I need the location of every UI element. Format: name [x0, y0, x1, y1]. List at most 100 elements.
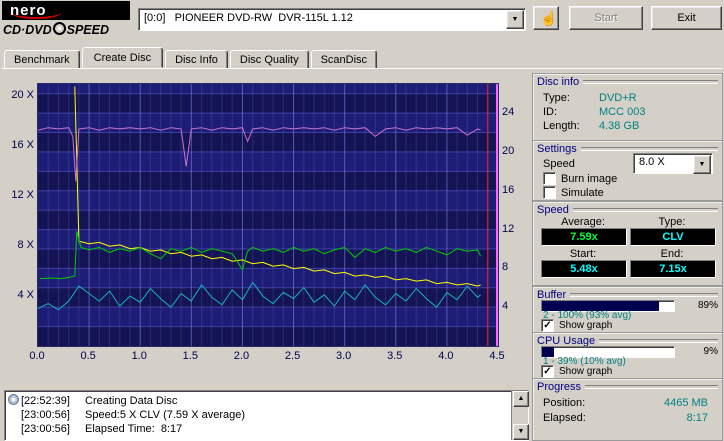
- log-time: [23:00:56]: [21, 423, 70, 435]
- average-speed-display: 7.59x: [541, 228, 627, 246]
- progress-panel: Progress Position: 4465 MB Elapsed: 8:17: [532, 378, 723, 441]
- x-axis-tick: 3.0: [336, 350, 352, 362]
- elapsed-label: Elapsed:: [543, 412, 586, 424]
- divider: [572, 207, 718, 212]
- speed-graph-svg: [37, 84, 498, 346]
- x-axis-tick: 2.0: [233, 350, 250, 362]
- log-text: Speed:5 X CLV (7.59 X average): [85, 409, 246, 421]
- log-text: Elapsed Time: 8:17: [85, 423, 183, 435]
- disc-info-panel: Disc info Type: DVD+R ID: MCC 003 Length…: [532, 73, 723, 141]
- right-axis-tick: 16: [502, 183, 515, 196]
- divider: [580, 146, 718, 151]
- elapsed-value: 8:17: [686, 412, 708, 424]
- cpu-percent: 9%: [703, 346, 718, 357]
- left-axis-tick: 16 X: [11, 139, 34, 152]
- position-value: 4465 MB: [663, 397, 708, 409]
- nero-logo-text: nero: [10, 2, 47, 19]
- x-axis-tick: 0.5: [80, 350, 96, 362]
- show-graph-label: Show graph: [559, 320, 613, 331]
- exit-button[interactable]: Exit: [651, 6, 722, 30]
- x-axis-tick: 4.0: [438, 350, 454, 362]
- log-scrollbar[interactable]: ▲ ▼: [511, 391, 529, 440]
- disc-id-value: MCC 003: [599, 106, 646, 118]
- cpu-show-graph-checkbox[interactable]: ✓ Show graph: [541, 365, 612, 378]
- scroll-up-icon[interactable]: ▲: [513, 391, 529, 407]
- drive-selector[interactable]: [0:0] PIONEER DVD-RW DVR-115L 1.12 ▼: [138, 8, 526, 31]
- cpu-usage-panel: CPU Usage 9% 1 - 39% (10% avg) ✓ Show gr…: [532, 332, 723, 379]
- tab-benchmark[interactable]: Benchmark: [4, 50, 80, 69]
- simulate-checkbox[interactable]: Simulate: [543, 186, 604, 199]
- tab-create-disc[interactable]: Create Disc: [81, 47, 164, 68]
- chevron-down-icon[interactable]: ▼: [506, 10, 524, 29]
- panel-title: Settings: [537, 142, 577, 155]
- x-axis-tick: 1.5: [182, 350, 198, 362]
- nero-logo: nero: [2, 1, 130, 20]
- app-title-logo: CD·DVD SPEED: [3, 21, 109, 37]
- end-label: End:: [660, 248, 684, 260]
- x-axis-tick: 1.0: [131, 350, 147, 362]
- disc-icon: [52, 22, 66, 35]
- panel-title: Buffer: [537, 288, 567, 301]
- x-axis-tick: 0.0: [29, 350, 45, 362]
- start-label: Start:: [569, 248, 597, 260]
- checkbox-box[interactable]: [543, 172, 556, 185]
- divider: [599, 338, 718, 343]
- disc-length-value: 4.38 GB: [599, 120, 640, 132]
- speed-panel: Speed Average: Type: 7.59x CLV Start: En…: [532, 201, 723, 286]
- show-graph-label: Show graph: [559, 366, 613, 377]
- panel-title: Disc info: [537, 75, 580, 88]
- tab-disc-info[interactable]: Disc Info: [165, 50, 228, 69]
- extra-options-button[interactable]: ☝: [533, 6, 559, 30]
- drive-selector-value: [0:0] PIONEER DVD-RW DVR-115L 1.12: [144, 12, 353, 24]
- simulate-label: Simulate: [561, 186, 604, 199]
- right-axis-tick: 12: [502, 222, 515, 235]
- burn-image-label: Burn image: [561, 172, 618, 185]
- logo-cd-dvd-text: CD·DVD: [3, 23, 52, 37]
- position-label: Position:: [543, 397, 586, 409]
- disc-id-label: ID:: [543, 106, 558, 118]
- burn-image-checkbox[interactable]: Burn image: [543, 172, 617, 185]
- tab-page-edge: [2, 68, 722, 69]
- panel-title: Speed: [537, 203, 569, 216]
- divider: [570, 292, 718, 297]
- log-time: [23:00:56]: [21, 409, 70, 421]
- x-axis-tick: 2.5: [284, 350, 301, 362]
- logo-speed-text: SPEED: [66, 23, 109, 37]
- checkbox-box[interactable]: ✓: [541, 365, 554, 378]
- tab-disc-quality[interactable]: Disc Quality: [229, 50, 309, 69]
- checkbox-box[interactable]: ✓: [541, 319, 554, 332]
- disc-type-label: Type:: [543, 92, 570, 104]
- x-axis-tick: 3.5: [387, 350, 403, 362]
- right-axis-tick: 8: [502, 261, 509, 274]
- speed-setting-label: Speed: [543, 158, 575, 170]
- speed-select[interactable]: 8.0 X ▼: [633, 153, 713, 174]
- disc-length-label: Length:: [543, 120, 580, 132]
- x-axis-tick: 4.5: [489, 350, 505, 362]
- divider: [583, 79, 718, 84]
- right-axis-tick: 24: [502, 106, 515, 119]
- log-row: [22:52:39] Creating Data Disc: [5, 393, 528, 408]
- log-panel[interactable]: [22:52:39] Creating Data Disc [23:00:56]…: [4, 390, 529, 441]
- checkbox-box[interactable]: [543, 186, 556, 199]
- right-axis-tick: 20: [502, 144, 515, 157]
- log-row: [23:00:56] Speed:5 X CLV (7.59 X average…: [5, 408, 528, 422]
- start-button[interactable]: Start: [569, 6, 643, 30]
- disc-type-value: DVD+R: [599, 92, 637, 104]
- divider: [585, 384, 718, 389]
- speed-select-value: 8.0 X: [639, 156, 665, 168]
- settings-panel: Settings Speed 8.0 X ▼ Burn image Simula…: [532, 140, 723, 201]
- log-row: [23:00:56] Elapsed Time: 8:17: [5, 422, 528, 436]
- tab-scandisc[interactable]: ScanDisc: [310, 50, 378, 69]
- right-axis-tick: 4: [502, 300, 509, 313]
- left-axis-tick: 20 X: [11, 89, 34, 102]
- end-speed-display: 7.15x: [630, 260, 716, 278]
- checkbox-mark: ✓: [543, 366, 552, 377]
- type-label: Type:: [658, 216, 686, 228]
- cd-icon: [7, 393, 19, 405]
- chevron-down-icon[interactable]: ▼: [693, 155, 711, 174]
- left-axis-tick: 8 X: [17, 239, 34, 252]
- speed-chart: [37, 83, 499, 347]
- buffer-show-graph-checkbox[interactable]: ✓ Show graph: [541, 319, 612, 332]
- scroll-down-icon[interactable]: ▼: [513, 424, 529, 440]
- buffer-percent: 89%: [697, 300, 718, 311]
